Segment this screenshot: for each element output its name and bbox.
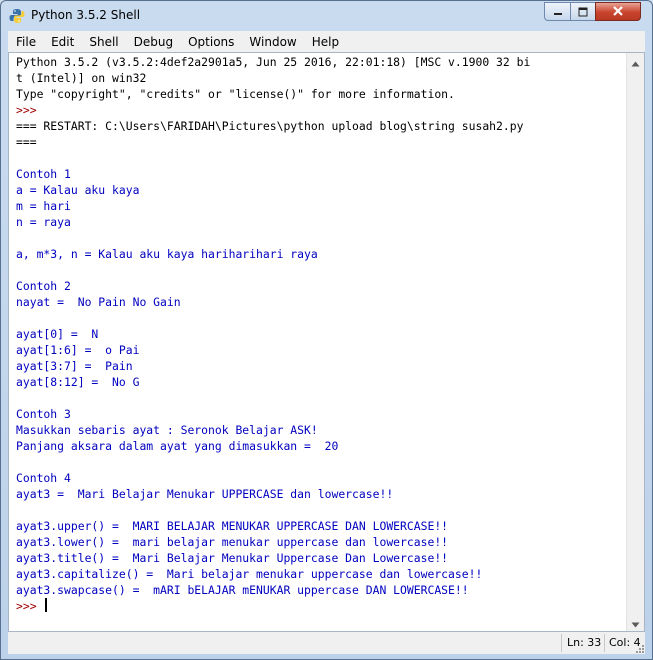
- shell-line: ayat3.swapcase() = mARI bELAJAR mENUKAR …: [16, 582, 624, 598]
- shell-line: ayat3.lower() = mari belajar menukar upp…: [16, 534, 624, 550]
- shell-line: ayat3 = Mari Belajar Menukar UPPERCASE d…: [16, 486, 624, 502]
- shell-line: Contoh 1: [16, 166, 624, 182]
- shell-line: a = Kalau aku kaya: [16, 182, 624, 198]
- shell-line: Python 3.5.2 (v3.5.2:4def2a2901a5, Jun 2…: [16, 54, 624, 70]
- shell-line: ===: [16, 134, 624, 150]
- scroll-up-arrow[interactable]: [627, 53, 644, 70]
- shell-line: Masukkan sebaris ayat : Seronok Belajar …: [16, 422, 624, 438]
- shell-line-text: ayat[0] = N: [16, 327, 99, 341]
- shell-line-text: Masukkan sebaris ayat : Seronok Belajar …: [16, 423, 318, 437]
- menu-help[interactable]: Help: [304, 32, 346, 52]
- status-separator: [561, 634, 562, 652]
- shell-text-area[interactable]: Python 3.5.2 (v3.5.2:4def2a2901a5, Jun 2…: [8, 52, 645, 632]
- shell-line: t (Intel)] on win32: [16, 70, 624, 86]
- shell-line: Contoh 3: [16, 406, 624, 422]
- shell-line: a, m*3, n = Kalau aku kaya hariharihari …: [16, 246, 624, 262]
- shell-line: ayat3.capitalize() = Mari belajar menuka…: [16, 566, 624, 582]
- shell-line-text: ayat[1:6] = o Pai: [16, 343, 140, 357]
- shell-line-text: ayat3.capitalize() = Mari belajar menuka…: [16, 567, 483, 581]
- shell-prompt: >>>: [16, 103, 44, 117]
- shell-line: === RESTART: C:\Users\FARIDAH\Pictures\p…: [16, 118, 624, 134]
- menu-bar: File Edit Shell Debug Options Window Hel…: [8, 31, 645, 52]
- menu-edit[interactable]: Edit: [43, 32, 81, 52]
- menu-options[interactable]: Options: [180, 32, 241, 52]
- close-icon: [612, 2, 624, 21]
- shell-line-text: ayat3.swapcase() = mARI bELAJAR mENUKAR …: [16, 583, 469, 597]
- scroll-down-arrow[interactable]: [627, 614, 644, 631]
- shell-line-text: m = hari: [16, 199, 71, 213]
- shell-line-text: Contoh 4: [16, 471, 71, 485]
- menu-debug[interactable]: Debug: [126, 32, 180, 52]
- shell-line: ayat[8:12] = No G: [16, 374, 624, 390]
- shell-line: Contoh 4: [16, 470, 624, 486]
- maximize-icon: [578, 2, 588, 21]
- shell-line: >>>: [16, 102, 624, 118]
- shell-line-text: ayat3.title() = Mari Belajar Menukar Upp…: [16, 551, 449, 565]
- shell-line-text: ===: [16, 135, 37, 149]
- python-icon: [9, 8, 25, 24]
- vertical-scrollbar[interactable]: [626, 53, 644, 631]
- shell-line: ayat3.upper() = MARI BELAJAR MENUKAR UPP…: [16, 518, 624, 534]
- shell-line: ayat[3:7] = Pain: [16, 358, 624, 374]
- maximize-button[interactable]: [570, 2, 596, 21]
- shell-line-text: Contoh 3: [16, 407, 71, 421]
- shell-line-text: Type "copyright", "credits" or "license(…: [16, 87, 455, 101]
- shell-line: ayat[1:6] = o Pai: [16, 342, 624, 358]
- shell-line-text: ayat3 = Mari Belajar Menukar UPPERCASE d…: [16, 487, 394, 501]
- shell-line-text: === RESTART: C:\Users\FARIDAH\Pictures\p…: [16, 119, 524, 133]
- minimize-button[interactable]: [544, 2, 571, 21]
- shell-line: nayat = No Pain No Gain: [16, 294, 624, 310]
- shell-line: Panjang aksara dalam ayat yang dimasukka…: [16, 438, 624, 454]
- close-button[interactable]: [595, 2, 641, 21]
- minimize-icon: [553, 2, 563, 21]
- menu-window[interactable]: Window: [241, 32, 303, 52]
- shell-line-text: a = Kalau aku kaya: [16, 183, 140, 197]
- shell-line: Type "copyright", "credits" or "license(…: [16, 86, 624, 102]
- shell-line: ayat[0] = N: [16, 326, 624, 342]
- shell-line-text: ayat3.upper() = MARI BELAJAR MENUKAR UPP…: [16, 519, 449, 533]
- line-number: Ln: 33: [567, 636, 602, 649]
- shell-line-text: Python 3.5.2 (v3.5.2:4def2a2901a5, Jun 2…: [16, 55, 531, 69]
- resize-grip-icon[interactable]: [635, 644, 645, 654]
- shell-line-text: nayat = No Pain No Gain: [16, 295, 181, 309]
- shell-line: Contoh 2: [16, 278, 624, 294]
- shell-line-text: ayat[3:7] = Pain: [16, 359, 133, 373]
- status-bar: Ln: 33 Col: 4: [8, 632, 645, 654]
- shell-prompt: >>>: [16, 599, 44, 613]
- shell-line-text: ayat[8:12] = No G: [16, 375, 140, 389]
- title-bar[interactable]: Python 3.5.2 Shell: [1, 1, 652, 31]
- shell-line-text: a, m*3, n = Kalau aku kaya hariharihari …: [16, 247, 318, 261]
- text-cursor: [45, 598, 48, 612]
- shell-line: ayat3.title() = Mari Belajar Menukar Upp…: [16, 550, 624, 566]
- status-separator: [604, 634, 605, 652]
- shell-line-text: t (Intel)] on win32: [16, 71, 147, 85]
- menu-file[interactable]: File: [8, 32, 43, 52]
- shell-output[interactable]: Python 3.5.2 (v3.5.2:4def2a2901a5, Jun 2…: [16, 54, 624, 614]
- shell-line-text: n = raya: [16, 215, 71, 229]
- shell-line: m = hari: [16, 198, 624, 214]
- shell-line-text: Contoh 1: [16, 167, 71, 181]
- window-title: Python 3.5.2 Shell: [31, 8, 141, 22]
- shell-line-text: Contoh 2: [16, 279, 71, 293]
- shell-line-text: Panjang aksara dalam ayat yang dimasukka…: [16, 439, 339, 453]
- idle-shell-window: Python 3.5.2 Shell File Edit Shell Debug…: [0, 0, 653, 660]
- menu-shell[interactable]: Shell: [81, 32, 125, 52]
- shell-line: n = raya: [16, 214, 624, 230]
- triangle-up-icon: [631, 52, 640, 71]
- triangle-down-icon: [631, 613, 640, 632]
- shell-line: >>>: [16, 598, 624, 614]
- shell-line-text: ayat3.lower() = mari belajar menukar upp…: [16, 535, 449, 549]
